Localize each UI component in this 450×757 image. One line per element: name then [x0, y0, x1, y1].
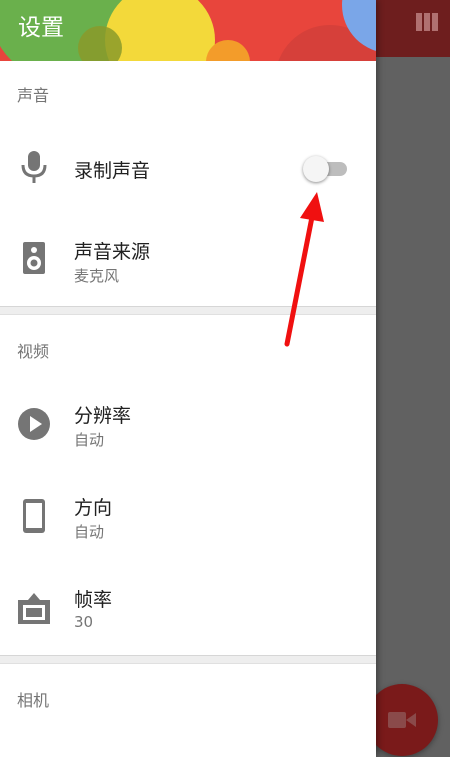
setting-audio-source[interactable]: 声音来源 麦克风 — [0, 214, 376, 306]
microphone-icon — [21, 151, 47, 183]
audio-source-label: 声音来源 — [74, 241, 151, 263]
record-fab-button[interactable] — [366, 684, 438, 756]
frame-icon — [18, 593, 50, 624]
section-header-audio: 声音 — [17, 86, 50, 105]
audio-source-value: 麦克风 — [74, 267, 120, 285]
setting-orientation[interactable]: 方向 自动 — [0, 470, 376, 562]
record-audio-switch[interactable] — [303, 155, 349, 183]
setting-frame-rate[interactable]: 帧率 30 — [0, 562, 376, 654]
orientation-label: 方向 — [74, 497, 113, 519]
videocam-icon — [388, 712, 416, 728]
frame-rate-value: 30 — [74, 613, 94, 631]
section-header-camera: 相机 — [17, 691, 50, 710]
resolution-label: 分辨率 — [74, 405, 132, 427]
setting-resolution[interactable]: 分辨率 自动 — [0, 378, 376, 470]
frame-rate-label: 帧率 — [74, 589, 113, 611]
play-circle-icon — [18, 408, 50, 440]
drawer-title: 设置 — [18, 15, 64, 41]
orientation-value: 自动 — [74, 523, 105, 541]
section-header-video: 视频 — [17, 342, 50, 361]
record-audio-label: 录制声音 — [74, 160, 151, 182]
drawer-header: 设置 — [0, 0, 376, 61]
settings-drawer: 设置 声音 录制声音 声音来源 麦克风 视频 分辨率 自动 方向 自动 帧率 3… — [0, 0, 376, 757]
section-divider — [0, 306, 376, 315]
resolution-value: 自动 — [74, 431, 105, 449]
view-column-icon[interactable] — [416, 13, 438, 31]
phone-icon — [23, 499, 45, 533]
section-divider — [0, 655, 376, 664]
switch-thumb — [303, 156, 329, 182]
setting-record-audio[interactable]: 录制声音 — [0, 122, 376, 214]
speaker-icon — [23, 242, 45, 274]
